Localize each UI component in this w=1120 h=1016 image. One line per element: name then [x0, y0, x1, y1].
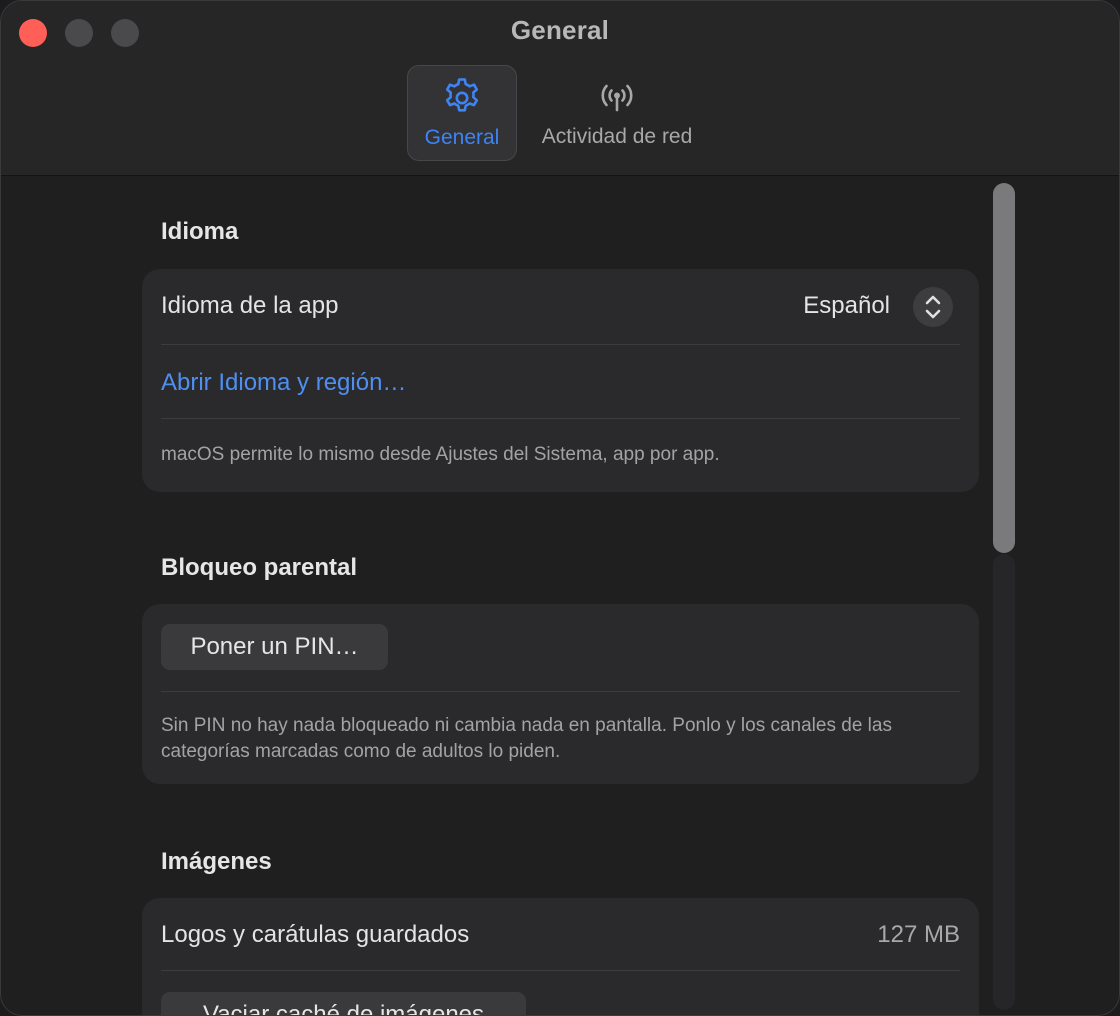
language-group: Idioma de la app Español Abrir Idioma y … [142, 269, 979, 492]
tab-general-label: General [424, 126, 500, 149]
saved-images-size: 127 MB [877, 921, 960, 948]
section-title-language: Idioma [161, 218, 239, 245]
section-title-parental: Bloqueo parental [161, 554, 358, 581]
parental-group: Poner un PIN… Sin PIN no hay nada bloque… [142, 604, 979, 784]
language-footnote: macOS permite lo mismo desde Ajustes del… [161, 444, 720, 465]
settings-content: Idioma Idioma de la app Español Abrir Id… [1, 176, 1119, 1015]
gear-icon [445, 78, 479, 112]
section-title-images: Imágenes [161, 848, 272, 875]
saved-images-label: Logos y carátulas guardados [161, 921, 470, 948]
set-pin-button[interactable]: Poner un PIN… [161, 624, 388, 670]
clear-image-cache-button[interactable]: Vaciar caché de imágenes [161, 992, 526, 1015]
parental-footnote: Sin PIN no hay nada bloqueado ni cambia … [161, 715, 892, 762]
window-title: General [510, 15, 610, 45]
divider [161, 691, 960, 692]
app-language-value[interactable]: Español [803, 292, 890, 320]
divider [161, 970, 960, 971]
settings-window: General General Actividad de red Idioma … [0, 0, 1120, 1016]
tab-general[interactable]: General [407, 65, 517, 161]
app-language-label: Idioma de la app [161, 292, 339, 319]
tab-network-activity[interactable]: Actividad de red [525, 65, 709, 161]
scrollbar-track[interactable] [993, 554, 1015, 1010]
open-language-region-link[interactable]: Abrir Idioma y región… [161, 369, 406, 397]
scrollbar-thumb[interactable] [993, 183, 1015, 553]
language-stepper[interactable] [913, 287, 953, 327]
tab-network-activity-label: Actividad de red [541, 125, 693, 148]
divider [161, 344, 960, 345]
images-group: Logos y carátulas guardados 127 MB Vacia… [142, 898, 979, 1015]
titlebar: General General Actividad de red [1, 1, 1119, 176]
chevron-up-down-icon [925, 295, 941, 319]
antenna-icon [601, 84, 633, 112]
divider [161, 418, 960, 419]
